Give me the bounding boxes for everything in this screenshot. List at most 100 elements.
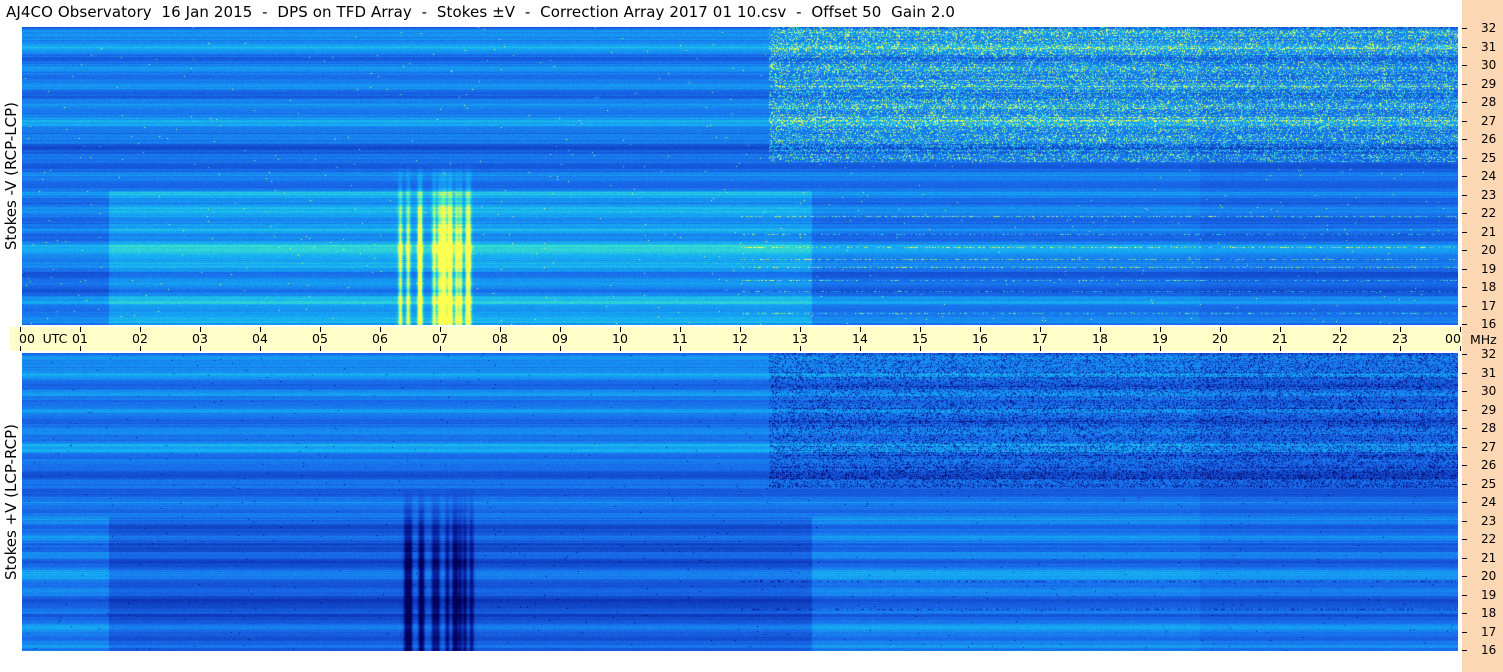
mhz-tick-mark xyxy=(1462,120,1467,122)
mhz-tick-label: 18 xyxy=(1481,280,1497,294)
utc-tick-label: 03 xyxy=(192,331,208,346)
mhz-tick-mark xyxy=(1462,483,1467,485)
utc-tick-mark xyxy=(1340,346,1341,351)
mhz-tick-label: 22 xyxy=(1481,532,1497,546)
mhz-tick-label: 32 xyxy=(1481,347,1497,361)
utc-tick-label: 02 xyxy=(132,331,148,346)
mhz-tick-mark xyxy=(1462,102,1467,103)
utc-tick-mark xyxy=(1400,346,1401,351)
utc-tick-mark xyxy=(920,346,921,351)
lower-spectrogram-panel xyxy=(22,353,1458,651)
utc-tick-mark xyxy=(560,346,561,351)
utc-tick-label: 16 xyxy=(972,331,988,346)
utc-tick-label: 10 xyxy=(612,331,628,346)
chart-title: AJ4CO Observatory 16 Jan 2015 - DPS on T… xyxy=(6,3,956,21)
utc-tick-mark xyxy=(320,346,321,351)
utc-tick-label: 09 xyxy=(552,331,568,346)
mhz-tick-mark xyxy=(1462,557,1467,559)
utc-tick-label: 00 xyxy=(1445,331,1461,346)
utc-tick-mark xyxy=(380,327,381,332)
mhz-tick-label: 20 xyxy=(1481,569,1497,583)
utc-tick-mark xyxy=(200,327,201,332)
utc-tick-mark xyxy=(740,327,741,332)
utc-tick-mark xyxy=(800,346,801,351)
mhz-tick-label: 25 xyxy=(1481,150,1497,165)
mhz-tick-label: 23 xyxy=(1481,187,1497,202)
utc-tick-label: 18 xyxy=(1092,331,1108,346)
mhz-tick-label: 31 xyxy=(1481,39,1497,54)
utc-tick-mark xyxy=(860,346,861,351)
utc-tick-mark xyxy=(1160,327,1161,332)
mhz-tick-label: 17 xyxy=(1481,624,1497,639)
utc-tick-mark xyxy=(1100,346,1101,351)
mhz-tick-label: 24 xyxy=(1481,495,1497,509)
mhz-tick-label: 25 xyxy=(1481,476,1497,491)
mhz-tick-mark xyxy=(1462,520,1467,522)
utc-tick-mark xyxy=(1040,327,1041,332)
utc-tick-mark xyxy=(500,346,501,351)
utc-tick-label: 23 xyxy=(1392,331,1408,346)
utc-unit-label: UTC xyxy=(42,331,68,346)
mhz-tick-mark xyxy=(1462,268,1467,270)
mhz-tick-mark xyxy=(1462,139,1467,140)
utc-tick-mark xyxy=(500,327,501,332)
utc-tick-mark xyxy=(1160,346,1161,351)
mhz-tick-label: 16 xyxy=(1481,643,1497,657)
mhz-tick-label: 22 xyxy=(1481,206,1497,220)
utc-tick-mark xyxy=(1340,327,1341,332)
mhz-tick-label: 17 xyxy=(1481,298,1497,313)
mhz-tick-mark xyxy=(1462,539,1467,540)
mhz-unit-label: MHz xyxy=(1470,332,1497,347)
mhz-tick-label: 32 xyxy=(1481,21,1497,35)
mhz-tick-mark xyxy=(1462,465,1467,466)
utc-tick-label: 11 xyxy=(672,331,688,346)
mhz-tick-label: 31 xyxy=(1481,365,1497,380)
mhz-tick-label: 29 xyxy=(1481,76,1497,91)
mhz-tick-label: 16 xyxy=(1481,317,1497,331)
mhz-tick-label: 24 xyxy=(1481,169,1497,183)
mhz-tick-mark xyxy=(1462,305,1467,307)
utc-tick-label: 08 xyxy=(492,331,508,346)
mhz-tick-mark xyxy=(1462,194,1467,196)
mhz-tick-mark xyxy=(1462,428,1467,429)
utc-tick-mark xyxy=(1400,327,1401,332)
utc-tick-label: 20 xyxy=(1212,331,1228,346)
mhz-tick-label: 26 xyxy=(1481,132,1497,146)
mhz-tick-mark xyxy=(1462,231,1467,233)
mhz-tick-mark xyxy=(1462,324,1467,325)
utc-tick-label: 22 xyxy=(1332,331,1348,346)
utc-tick-label: 01 xyxy=(72,331,88,346)
utc-tick-label: 14 xyxy=(852,331,868,346)
utc-tick-mark xyxy=(920,327,921,332)
utc-tick-label: 13 xyxy=(792,331,808,346)
utc-tick-mark xyxy=(20,346,21,351)
upper-spectrogram-image xyxy=(22,27,1458,325)
utc-tick-mark xyxy=(560,327,561,332)
mhz-tick-mark xyxy=(1462,287,1467,288)
utc-tick-label: 04 xyxy=(252,331,268,346)
mhz-tick-label: 19 xyxy=(1481,261,1497,276)
mhz-tick-mark xyxy=(1462,46,1467,48)
utc-tick-mark xyxy=(680,346,681,351)
mhz-tick-label: 20 xyxy=(1481,243,1497,257)
upper-panel-ylabel: Stokes -V (RCP-LCP) xyxy=(2,102,20,250)
mhz-tick-mark xyxy=(1462,157,1467,159)
lower-spectrogram-image xyxy=(22,353,1458,651)
utc-tick-mark xyxy=(260,327,261,332)
mhz-tick-mark xyxy=(1462,446,1467,448)
mhz-tick-label: 21 xyxy=(1481,224,1497,239)
utc-tick-mark xyxy=(620,346,621,351)
utc-tick-mark xyxy=(1460,327,1461,332)
utc-tick-label: 19 xyxy=(1152,331,1168,346)
mhz-tick-mark xyxy=(1462,176,1467,177)
mhz-tick-mark xyxy=(1462,213,1467,214)
mhz-tick-label: 28 xyxy=(1481,421,1497,435)
mhz-tick-label: 18 xyxy=(1481,606,1497,620)
mhz-tick-label: 21 xyxy=(1481,550,1497,565)
mhz-tick-mark xyxy=(1462,354,1467,355)
mhz-tick-label: 23 xyxy=(1481,513,1497,528)
utc-tick-mark xyxy=(1100,327,1101,332)
mhz-tick-mark xyxy=(1462,650,1467,651)
utc-tick-label: 06 xyxy=(372,331,388,346)
mhz-tick-mark xyxy=(1462,28,1467,29)
